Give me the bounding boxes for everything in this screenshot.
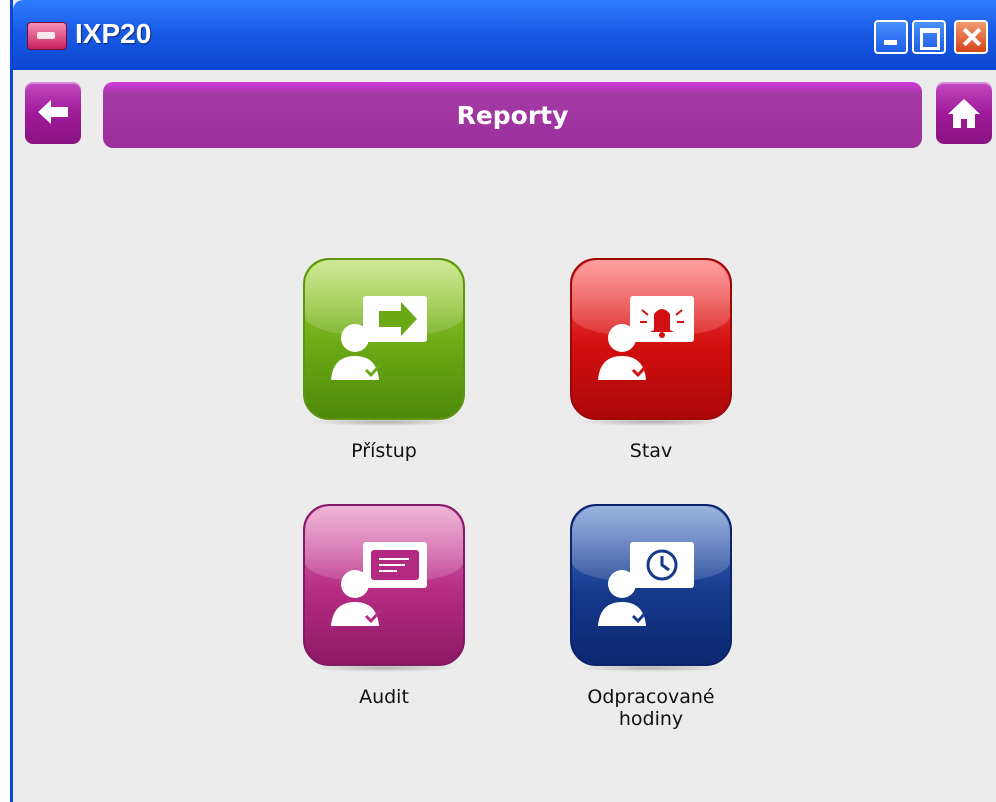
maximize-button[interactable]: [912, 20, 946, 54]
tile-access[interactable]: Přístup: [299, 258, 469, 462]
minimize-button[interactable]: [874, 20, 908, 54]
worked-hours-report-icon: [570, 504, 732, 666]
app-icon: [27, 22, 67, 50]
home-icon: [948, 99, 980, 128]
home-button[interactable]: [936, 82, 992, 144]
tile-status[interactable]: Stav: [566, 258, 736, 462]
app-window: IXP20 Reporty Přístup Stav Audit Odpraco…: [10, 0, 996, 802]
navigation-bar: Reporty: [13, 70, 996, 160]
access-report-icon: [303, 258, 465, 420]
window-title: IXP20: [75, 18, 152, 49]
tile-audit-label: Audit: [359, 686, 409, 708]
status-report-icon: [570, 258, 732, 420]
page-title: Reporty: [456, 100, 569, 130]
tile-access-label: Přístup: [351, 440, 417, 462]
audit-report-icon: [303, 504, 465, 666]
title-bar[interactable]: IXP20: [13, 0, 996, 70]
tile-worked-hours-label: Odpracované hodiny: [587, 686, 715, 730]
tile-audit[interactable]: Audit: [299, 504, 469, 708]
arrow-left-icon: [38, 100, 68, 124]
back-button[interactable]: [25, 82, 81, 144]
tile-worked-hours[interactable]: Odpracované hodiny: [566, 504, 736, 730]
tile-status-label: Stav: [629, 440, 673, 462]
close-button[interactable]: [954, 20, 988, 54]
page-title-banner: Reporty: [103, 82, 922, 148]
